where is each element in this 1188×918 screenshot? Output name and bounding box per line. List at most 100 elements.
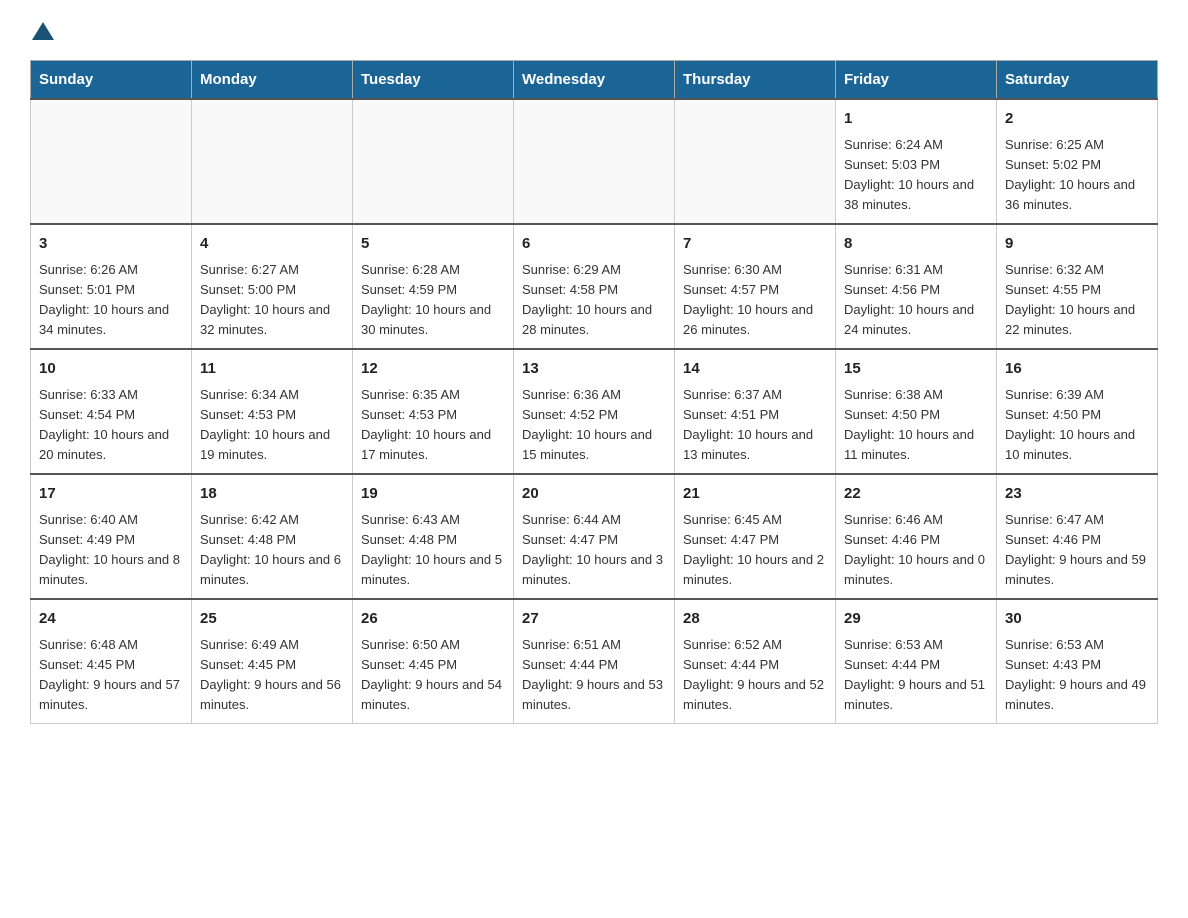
day-info: Sunrise: 6:37 AM Sunset: 4:51 PM Dayligh… — [683, 385, 827, 466]
page-header — [30, 20, 1158, 40]
day-number: 15 — [844, 358, 988, 381]
calendar-day-cell: 16Sunrise: 6:39 AM Sunset: 4:50 PM Dayli… — [997, 349, 1158, 474]
calendar-day-cell: 17Sunrise: 6:40 AM Sunset: 4:49 PM Dayli… — [31, 474, 192, 599]
calendar-day-cell: 7 Sunrise: 6:30 AM Sunset: 4:57 PM Daylig… — [675, 224, 836, 349]
weekday-header-row: SundayMondayTuesdayWednesdayThursdayFrid… — [31, 61, 1158, 100]
day-info: Sunrise: 6:53 AM Sunset: 4:43 PM Dayligh… — [1005, 635, 1149, 716]
day-number: 29 — [844, 608, 988, 631]
day-info: Sunrise: 6:43 AM Sunset: 4:48 PM Dayligh… — [361, 510, 505, 591]
day-number: 19 — [361, 483, 505, 506]
day-number: 25 — [200, 608, 344, 631]
calendar-day-cell: 19 Sunrise: 6:43 AM Sunset: 4:48 PM Dayli… — [353, 474, 514, 599]
day-info: Sunrise: 6:53 AM Sunset: 4:44 PM Dayligh… — [844, 635, 988, 716]
calendar-week-row: 17Sunrise: 6:40 AM Sunset: 4:49 PM Dayli… — [31, 474, 1158, 599]
calendar-day-cell: 5 Sunrise: 6:28 AM Sunset: 4:59 PM Daylig… — [353, 224, 514, 349]
calendar-day-cell: 13 Sunrise: 6:36 AM Sunset: 4:52 PM Dayli… — [514, 349, 675, 474]
calendar-day-cell: 14Sunrise: 6:37 AM Sunset: 4:51 PM Dayli… — [675, 349, 836, 474]
day-number: 11 — [200, 358, 344, 381]
weekday-header: Friday — [836, 61, 997, 100]
calendar-day-cell: 6 Sunrise: 6:29 AM Sunset: 4:58 PM Daylig… — [514, 224, 675, 349]
day-number: 1 — [844, 108, 988, 131]
day-number: 22 — [844, 483, 988, 506]
calendar-day-cell: 29 Sunrise: 6:53 AM Sunset: 4:44 PM Dayli… — [836, 599, 997, 724]
day-number: 6 — [522, 233, 666, 256]
day-info: Sunrise: 6:30 AM Sunset: 4:57 PM Dayligh… — [683, 260, 827, 341]
day-info: Sunrise: 6:28 AM Sunset: 4:59 PM Dayligh… — [361, 260, 505, 341]
day-info: Sunrise: 6:32 AM Sunset: 4:55 PM Dayligh… — [1005, 260, 1149, 341]
weekday-header: Sunday — [31, 61, 192, 100]
calendar-day-cell: 3 Sunrise: 6:26 AM Sunset: 5:01 PM Daylig… — [31, 224, 192, 349]
calendar-week-row: 3 Sunrise: 6:26 AM Sunset: 5:01 PM Daylig… — [31, 224, 1158, 349]
day-number: 23 — [1005, 483, 1149, 506]
day-number: 12 — [361, 358, 505, 381]
day-info: Sunrise: 6:40 AM Sunset: 4:49 PM Dayligh… — [39, 510, 183, 591]
day-info: Sunrise: 6:29 AM Sunset: 4:58 PM Dayligh… — [522, 260, 666, 341]
day-info: Sunrise: 6:50 AM Sunset: 4:45 PM Dayligh… — [361, 635, 505, 716]
day-info: Sunrise: 6:38 AM Sunset: 4:50 PM Dayligh… — [844, 385, 988, 466]
calendar-day-cell: 28Sunrise: 6:52 AM Sunset: 4:44 PM Dayli… — [675, 599, 836, 724]
day-number: 7 — [683, 233, 827, 256]
day-number: 10 — [39, 358, 183, 381]
calendar-day-cell: 21Sunrise: 6:45 AM Sunset: 4:47 PM Dayli… — [675, 474, 836, 599]
day-number: 28 — [683, 608, 827, 631]
day-number: 9 — [1005, 233, 1149, 256]
calendar-day-cell: 10 Sunrise: 6:33 AM Sunset: 4:54 PM Dayli… — [31, 349, 192, 474]
day-info: Sunrise: 6:33 AM Sunset: 4:54 PM Dayligh… — [39, 385, 183, 466]
day-number: 5 — [361, 233, 505, 256]
weekday-header: Tuesday — [353, 61, 514, 100]
weekday-header: Thursday — [675, 61, 836, 100]
day-number: 16 — [1005, 358, 1149, 381]
calendar-day-cell: 1Sunrise: 6:24 AM Sunset: 5:03 PM Daylig… — [836, 99, 997, 224]
day-number: 20 — [522, 483, 666, 506]
day-number: 4 — [200, 233, 344, 256]
day-info: Sunrise: 6:34 AM Sunset: 4:53 PM Dayligh… — [200, 385, 344, 466]
day-number: 21 — [683, 483, 827, 506]
calendar-week-row: 24 Sunrise: 6:48 AM Sunset: 4:45 PM Dayli… — [31, 599, 1158, 724]
day-info: Sunrise: 6:51 AM Sunset: 4:44 PM Dayligh… — [522, 635, 666, 716]
day-info: Sunrise: 6:49 AM Sunset: 4:45 PM Dayligh… — [200, 635, 344, 716]
calendar-day-cell: 18 Sunrise: 6:42 AM Sunset: 4:48 PM Dayli… — [192, 474, 353, 599]
calendar-table: SundayMondayTuesdayWednesdayThursdayFrid… — [30, 60, 1158, 724]
day-number: 18 — [200, 483, 344, 506]
day-info: Sunrise: 6:47 AM Sunset: 4:46 PM Dayligh… — [1005, 510, 1149, 591]
calendar-day-cell: 30 Sunrise: 6:53 AM Sunset: 4:43 PM Dayli… — [997, 599, 1158, 724]
day-info: Sunrise: 6:36 AM Sunset: 4:52 PM Dayligh… — [522, 385, 666, 466]
day-info: Sunrise: 6:26 AM Sunset: 5:01 PM Dayligh… — [39, 260, 183, 341]
day-info: Sunrise: 6:31 AM Sunset: 4:56 PM Dayligh… — [844, 260, 988, 341]
calendar-day-cell: 26 Sunrise: 6:50 AM Sunset: 4:45 PM Dayli… — [353, 599, 514, 724]
calendar-day-cell — [514, 99, 675, 224]
day-info: Sunrise: 6:48 AM Sunset: 4:45 PM Dayligh… — [39, 635, 183, 716]
day-info: Sunrise: 6:27 AM Sunset: 5:00 PM Dayligh… — [200, 260, 344, 341]
calendar-day-cell: 23 Sunrise: 6:47 AM Sunset: 4:46 PM Dayli… — [997, 474, 1158, 599]
day-number: 27 — [522, 608, 666, 631]
calendar-day-cell: 2 Sunrise: 6:25 AM Sunset: 5:02 PM Daylig… — [997, 99, 1158, 224]
calendar-day-cell — [353, 99, 514, 224]
calendar-day-cell: 15 Sunrise: 6:38 AM Sunset: 4:50 PM Dayli… — [836, 349, 997, 474]
weekday-header: Wednesday — [514, 61, 675, 100]
logo-triangle-icon — [32, 20, 54, 42]
calendar-day-cell: 11 Sunrise: 6:34 AM Sunset: 4:53 PM Dayli… — [192, 349, 353, 474]
calendar-day-cell: 24 Sunrise: 6:48 AM Sunset: 4:45 PM Dayli… — [31, 599, 192, 724]
calendar-day-cell — [192, 99, 353, 224]
day-info: Sunrise: 6:35 AM Sunset: 4:53 PM Dayligh… — [361, 385, 505, 466]
day-info: Sunrise: 6:46 AM Sunset: 4:46 PM Dayligh… — [844, 510, 988, 591]
calendar-day-cell — [31, 99, 192, 224]
day-info: Sunrise: 6:25 AM Sunset: 5:02 PM Dayligh… — [1005, 135, 1149, 216]
calendar-day-cell: 25 Sunrise: 6:49 AM Sunset: 4:45 PM Dayli… — [192, 599, 353, 724]
calendar-week-row: 1Sunrise: 6:24 AM Sunset: 5:03 PM Daylig… — [31, 99, 1158, 224]
calendar-day-cell: 27 Sunrise: 6:51 AM Sunset: 4:44 PM Dayli… — [514, 599, 675, 724]
calendar-week-row: 10 Sunrise: 6:33 AM Sunset: 4:54 PM Dayli… — [31, 349, 1158, 474]
calendar-day-cell — [675, 99, 836, 224]
day-number: 13 — [522, 358, 666, 381]
day-number: 3 — [39, 233, 183, 256]
day-number: 30 — [1005, 608, 1149, 631]
day-number: 24 — [39, 608, 183, 631]
weekday-header: Saturday — [997, 61, 1158, 100]
day-info: Sunrise: 6:42 AM Sunset: 4:48 PM Dayligh… — [200, 510, 344, 591]
day-number: 2 — [1005, 108, 1149, 131]
day-number: 26 — [361, 608, 505, 631]
day-info: Sunrise: 6:44 AM Sunset: 4:47 PM Dayligh… — [522, 510, 666, 591]
calendar-day-cell: 4 Sunrise: 6:27 AM Sunset: 5:00 PM Daylig… — [192, 224, 353, 349]
weekday-header: Monday — [192, 61, 353, 100]
day-number: 8 — [844, 233, 988, 256]
